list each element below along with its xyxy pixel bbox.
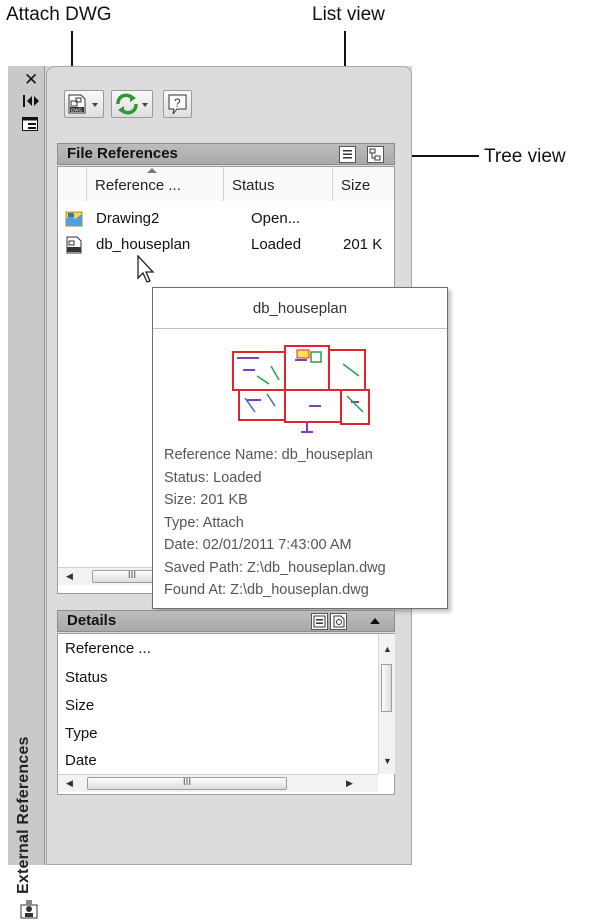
- scroll-thumb-grip: III: [182, 777, 192, 788]
- palette-bottom-icon[interactable]: [20, 899, 38, 919]
- tooltip-line: Reference Name: db_houseplan: [164, 447, 373, 463]
- scroll-left-arrow-icon[interactable]: ◀: [66, 778, 73, 789]
- column-icon: [58, 167, 87, 201]
- tooltip-line: Status: Loaded: [164, 469, 262, 486]
- list-view-callout: List view: [312, 4, 385, 25]
- collapse-arrow-icon[interactable]: [368, 614, 382, 628]
- reference-tooltip: db_houseplan Reference Name: db_housepla…: [152, 287, 448, 609]
- scroll-right-arrow-icon[interactable]: ▶: [346, 778, 353, 789]
- svg-text:?: ?: [174, 96, 181, 110]
- column-header-status[interactable]: Status: [224, 167, 333, 201]
- column-header-size[interactable]: Size: [333, 167, 394, 201]
- tooltip-line: Found At: Z:\db_houseplan.dwg: [164, 582, 369, 598]
- column-header-reference-label: Reference ...: [95, 177, 181, 194]
- svg-text:DWG: DWG: [71, 108, 82, 113]
- scroll-up-arrow-icon[interactable]: ▲: [383, 644, 392, 654]
- row-reference-name: Drawing2: [96, 210, 160, 227]
- tooltip-line: Date: 02/01/2011 7:43:00 AM: [164, 537, 352, 553]
- sort-ascending-icon: [147, 168, 157, 173]
- details-view-button[interactable]: [311, 613, 328, 630]
- details-list[interactable]: Reference ... Status Size Type Date ▲ ▼ …: [57, 633, 395, 795]
- vertical-scroll-thumb[interactable]: [381, 664, 392, 712]
- palette-vertical-title: External References: [15, 736, 32, 894]
- scroll-thumb-grip: III: [127, 570, 137, 581]
- details-row-size: Size: [65, 697, 95, 714]
- list-item[interactable]: Drawing2 Open...: [58, 208, 394, 230]
- close-icon[interactable]: ✕: [24, 70, 38, 90]
- attach-dwg-button[interactable]: DWG: [64, 90, 104, 118]
- palette-title-bar[interactable]: ✕ External References: [8, 66, 45, 919]
- details-row-type: Type: [65, 725, 98, 742]
- details-row-reference: Reference ...: [65, 640, 151, 657]
- tree-view-button[interactable]: [367, 146, 384, 163]
- tooltip-line: Saved Path: Z:\db_houseplan.dwg: [164, 559, 386, 576]
- tree-view-callout: Tree view: [484, 146, 566, 167]
- scroll-left-arrow-icon[interactable]: ◀: [66, 571, 73, 582]
- list-item[interactable]: db_houseplan Loaded 201 K: [58, 234, 394, 256]
- scroll-thumb[interactable]: III: [87, 777, 287, 790]
- details-row-status: Status: [65, 669, 108, 686]
- tooltip-title: db_houseplan: [153, 288, 447, 329]
- tooltip-line: Size: 201 KB: [164, 492, 248, 508]
- refresh-button[interactable]: [111, 90, 153, 118]
- details-vertical-scrollbar[interactable]: ▲ ▼: [378, 634, 395, 774]
- autohide-icon[interactable]: [22, 94, 40, 108]
- file-list-horizontal-scrollbar[interactable]: ◀ III: [58, 567, 172, 585]
- row-status: Loaded: [251, 236, 302, 253]
- details-horizontal-scrollbar[interactable]: ◀ III ▶: [58, 774, 378, 792]
- help-button[interactable]: ?: [163, 90, 192, 118]
- dwg-file-icon: [65, 236, 83, 254]
- drawing-icon: [65, 210, 83, 228]
- properties-menu-icon[interactable]: [22, 117, 38, 131]
- row-reference-name: db_houseplan: [96, 236, 191, 253]
- preview-view-button[interactable]: [330, 613, 347, 630]
- attach-dwg-callout: Attach DWG: [6, 4, 112, 25]
- details-row-date: Date: [65, 752, 97, 769]
- tooltip-line: Type: Attach: [164, 514, 244, 531]
- row-status: Open...: [251, 210, 301, 227]
- drawing-thumbnail: [209, 336, 397, 436]
- mouse-cursor-icon: [136, 254, 156, 284]
- list-view-button[interactable]: [339, 146, 356, 163]
- column-header-reference[interactable]: Reference ...: [87, 167, 224, 201]
- scroll-down-arrow-icon[interactable]: ▼: [383, 756, 392, 766]
- row-size: 201 K: [343, 236, 383, 253]
- tooltip-details: Reference Name: db_houseplan Status: Loa…: [164, 444, 386, 602]
